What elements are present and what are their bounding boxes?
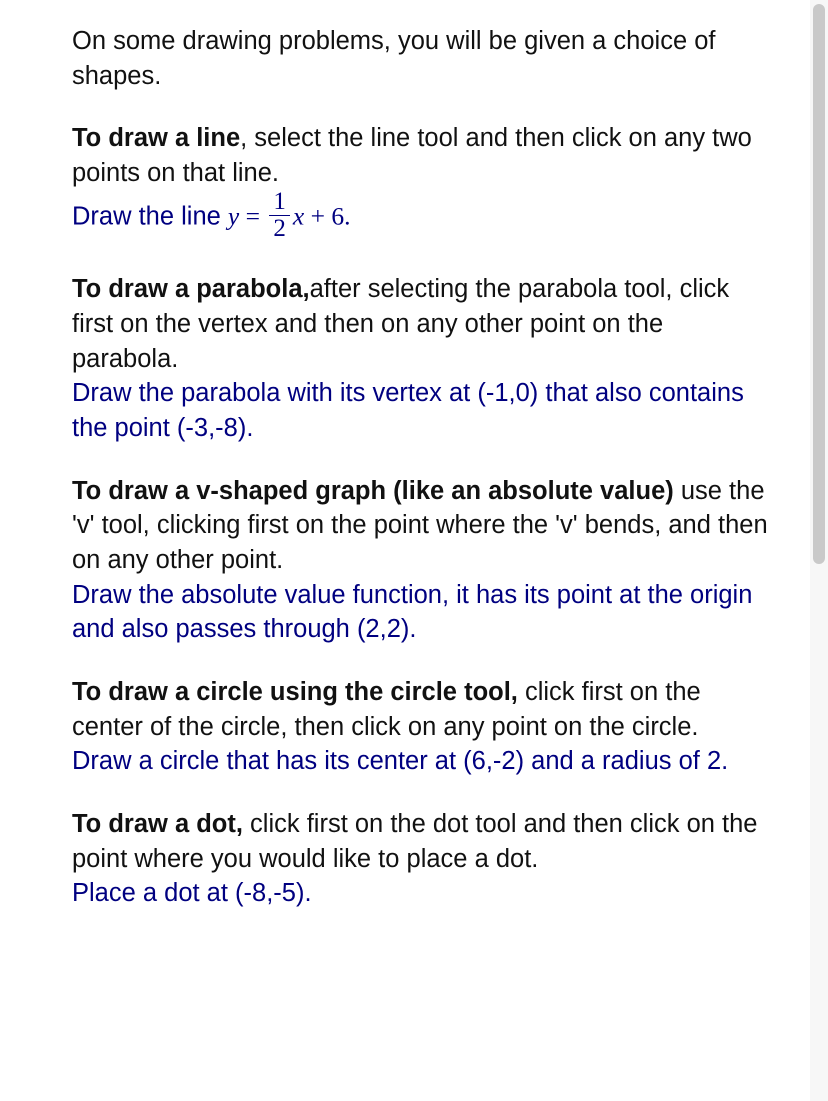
line-heading: To draw a line bbox=[72, 124, 240, 152]
intro-text: On some drawing problems, you will be gi… bbox=[72, 24, 776, 93]
dot-heading: To draw a dot, bbox=[72, 810, 243, 838]
circle-heading: To draw a circle using the circle tool, bbox=[72, 678, 518, 706]
dot-section: To draw a dot, click first on the dot to… bbox=[72, 807, 776, 911]
dot-task: Place a dot at (-8,-5). bbox=[72, 879, 312, 907]
eq-rest: + 6. bbox=[304, 201, 350, 230]
eq-fraction: 12 bbox=[269, 189, 290, 243]
eq-y: y bbox=[228, 201, 239, 230]
line-task: Draw the line y = 12x + 6. bbox=[72, 191, 776, 245]
circle-task: Draw a circle that has its center at (6,… bbox=[72, 747, 728, 775]
eq-denominator: 2 bbox=[269, 215, 290, 242]
line-section: To draw a line, select the line tool and… bbox=[72, 121, 776, 244]
circle-section: To draw a circle using the circle tool, … bbox=[72, 675, 776, 779]
eq-x: x bbox=[293, 201, 304, 230]
scrollbar-track[interactable] bbox=[810, 0, 828, 1101]
eq-numerator: 1 bbox=[269, 189, 290, 215]
vshape-heading: To draw a v-shaped graph (like an absolu… bbox=[72, 477, 674, 505]
line-task-prefix: Draw the line bbox=[72, 202, 228, 230]
vshape-task: Draw the absolute value function, it has… bbox=[72, 581, 752, 644]
scrollbar-thumb[interactable] bbox=[813, 4, 825, 564]
parabola-task: Draw the parabola with its vertex at (-1… bbox=[72, 379, 744, 442]
parabola-heading: To draw a parabola, bbox=[72, 275, 310, 303]
parabola-section: To draw a parabola,after selecting the p… bbox=[72, 272, 776, 445]
eq-equals: = bbox=[239, 201, 266, 230]
vshape-section: To draw a v-shaped graph (like an absolu… bbox=[72, 474, 776, 647]
instructions-body: On some drawing problems, you will be gi… bbox=[0, 0, 808, 935]
